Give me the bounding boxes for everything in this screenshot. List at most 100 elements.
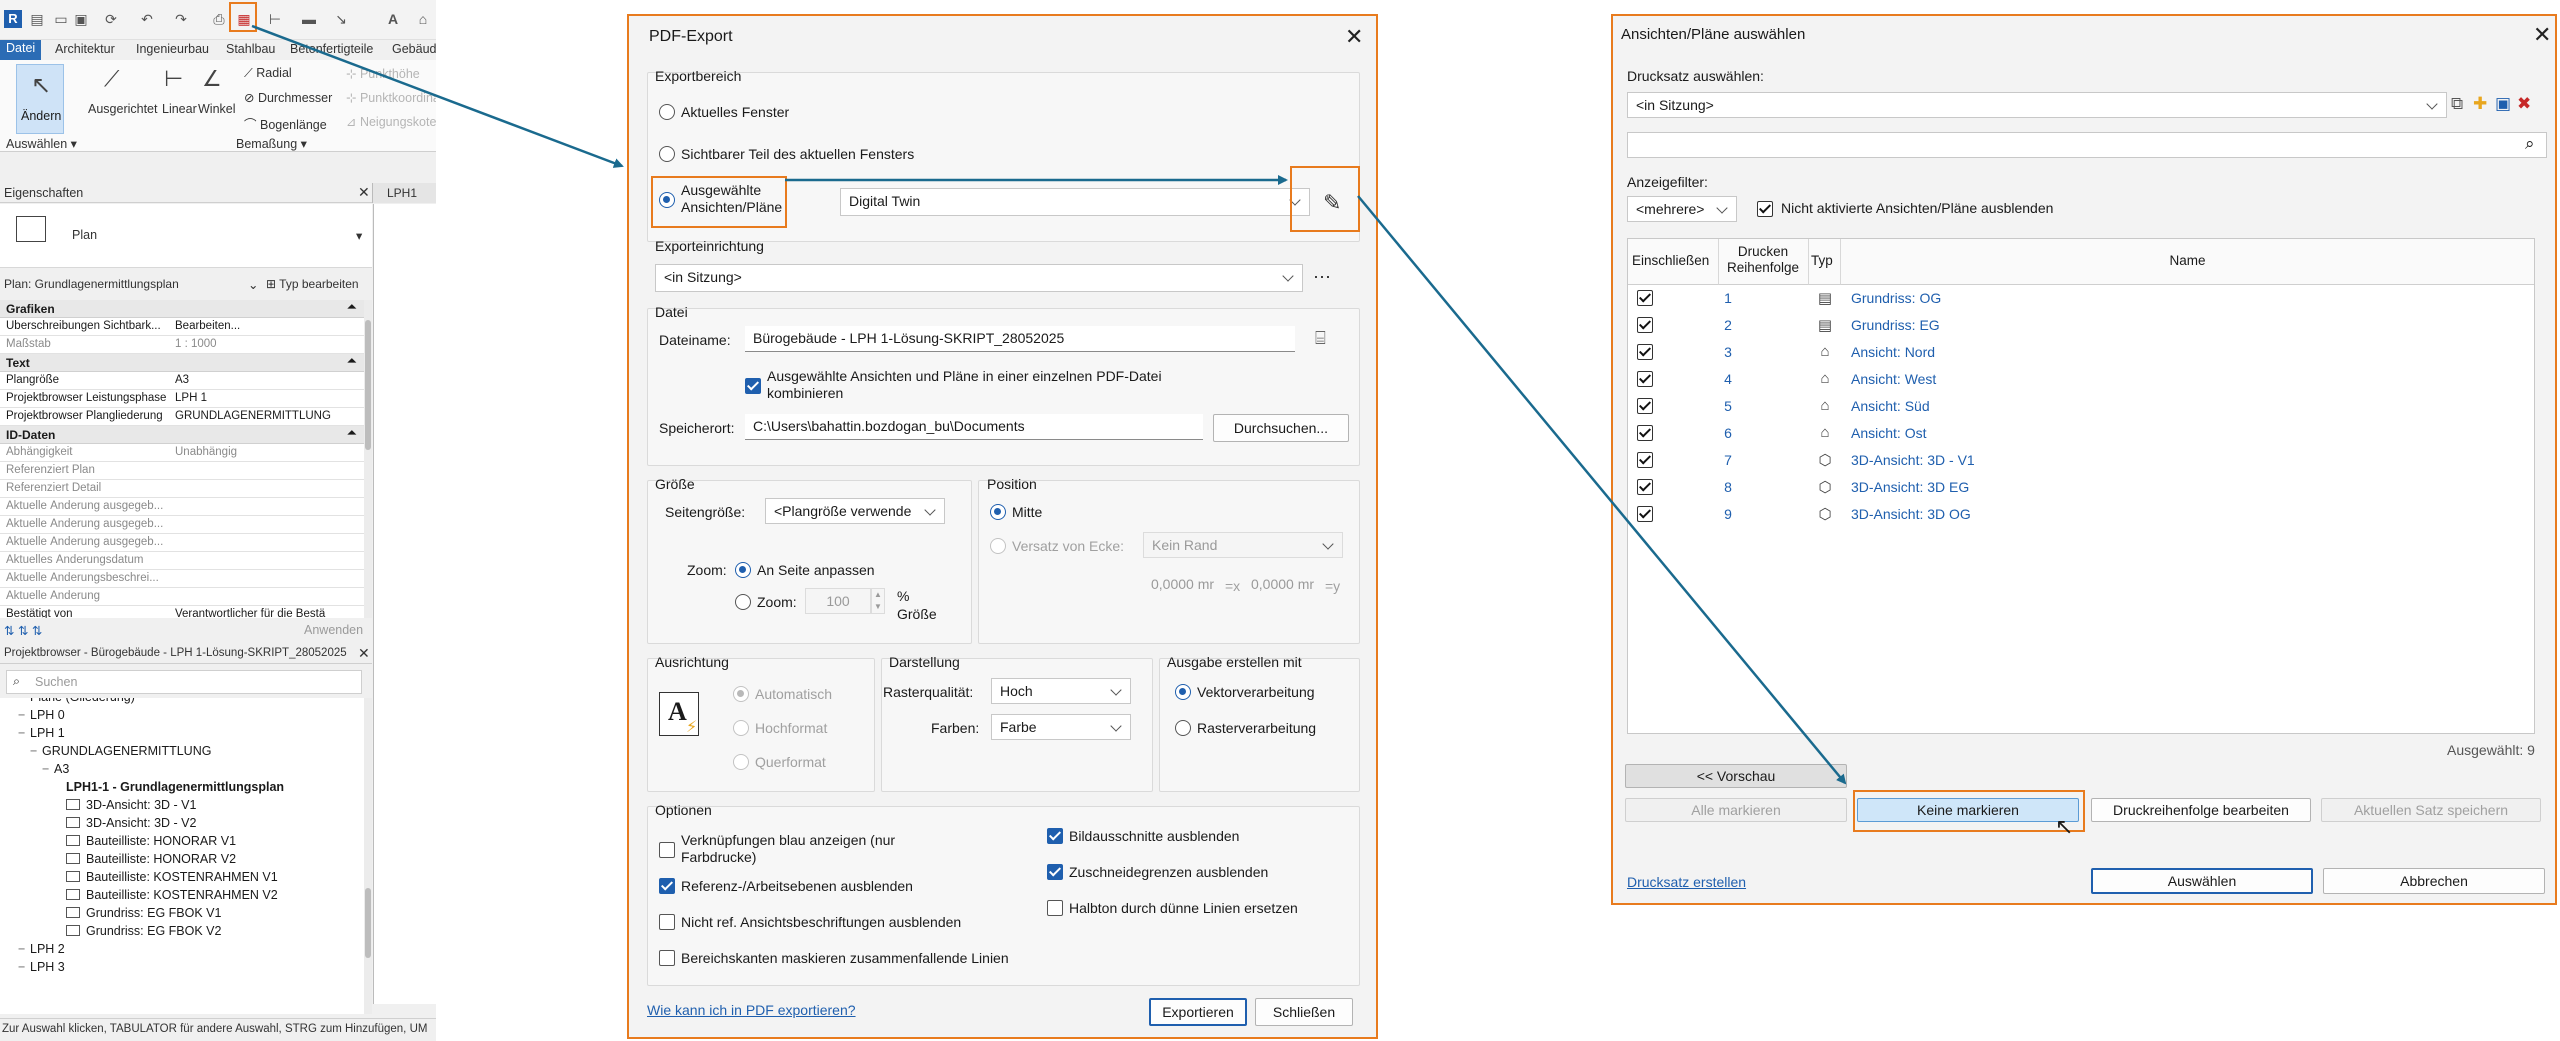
tree-expander-icon[interactable]: − — [30, 744, 42, 758]
property-row[interactable]: Aktuelle Änderungsbeschrei... — [0, 570, 364, 588]
aligned-dim-icon[interactable]: ⟋ — [104, 66, 119, 92]
export-setup-dropdown[interactable]: <in Sitzung> — [655, 264, 1303, 292]
browser-tree-item[interactable]: Bauteilliste: KOSTENRAHMEN V1 — [66, 870, 278, 884]
tree-expander-icon[interactable]: − — [42, 762, 54, 776]
browse-button[interactable]: Durchsuchen... — [1213, 414, 1349, 442]
radio-vector[interactable] — [1175, 684, 1191, 700]
tree-expander-icon[interactable]: − — [18, 960, 30, 974]
view-row[interactable]: 6 ⌂ Ansicht: Ost — [1629, 420, 2535, 447]
property-value[interactable]: A3 — [175, 374, 340, 386]
property-value[interactable]: Bearbeiten... — [175, 320, 340, 332]
browser-tree-item[interactable]: Bauteilliste: HONORAR V1 — [66, 834, 236, 848]
property-value[interactable]: Unabhängig — [175, 446, 340, 458]
sync-icon[interactable]: ⟳ — [102, 10, 120, 28]
property-value[interactable]: 1 : 1000 — [175, 338, 340, 350]
tree-expander-icon[interactable]: − — [18, 698, 30, 704]
hide-crop-checkbox[interactable] — [1047, 864, 1063, 880]
page-size-dropdown[interactable]: <Plangröße verwende — [765, 498, 945, 524]
property-value[interactable]: GRUNDLAGENERMITTLUNG — [175, 410, 340, 422]
offset-y-input[interactable]: 0,0000 mr — [1243, 572, 1331, 598]
create-set-link[interactable]: Drucksatz erstellen — [1627, 874, 1746, 890]
browser-tree-item[interactable]: −Pläne (Gliederung) — [18, 698, 135, 704]
tree-expander-icon[interactable]: − — [18, 726, 30, 740]
redo-icon[interactable]: ↷ — [172, 10, 190, 28]
property-row[interactable]: Aktuelle Änderung ausgegeb... — [0, 516, 364, 534]
radio-auto[interactable] — [733, 686, 749, 702]
browser-tree-item[interactable]: − LPH 3 — [18, 960, 65, 974]
browser-tree-item[interactable]: 3D-Ansicht: 3D - V2 — [66, 816, 196, 830]
property-row[interactable]: Referenziert Detail — [0, 480, 364, 498]
property-row[interactable]: Aktuelle Änderung ausgegeb... — [0, 534, 364, 552]
property-row[interactable]: Aktuelles Änderungsdatum — [0, 552, 364, 570]
zoom-value-input[interactable]: 100 — [805, 588, 871, 614]
radio-offset[interactable] — [990, 538, 1006, 554]
radio-current-window[interactable] — [659, 104, 675, 120]
modify-button[interactable]: ↖ Ändern — [16, 64, 64, 134]
browser-tree-item[interactable]: − LPH 1 — [18, 726, 65, 740]
sort-icon[interactable]: ⇅ ⇅ ⇅ — [4, 623, 42, 638]
col-name[interactable]: Name — [1841, 239, 2534, 285]
arc-length-button[interactable]: ⌒ Bogenlänge — [244, 114, 327, 133]
properties-close-icon[interactable]: ✕ — [358, 184, 370, 201]
edit-type-button[interactable]: ⊞ Typ bearbeiten — [266, 277, 359, 291]
include-checkbox[interactable] — [1637, 398, 1653, 414]
browser-tree-item[interactable]: − A3 — [42, 762, 69, 776]
tree-expander-icon[interactable]: − — [18, 942, 30, 956]
radio-zoom[interactable] — [735, 594, 751, 610]
browser-tree-item[interactable]: Grundriss: EG FBOK V2 — [66, 924, 221, 938]
view-row[interactable]: 3 ⌂ Ansicht: Nord — [1629, 339, 2535, 366]
view-row[interactable]: 1 ▤ Grundriss: OG — [1629, 285, 2535, 312]
views-cancel-button[interactable]: Abbrechen — [2323, 868, 2545, 894]
file-naming-icon[interactable]: ⌸ — [1315, 328, 1326, 349]
browser-tree-item[interactable]: − LPH 2 — [18, 942, 65, 956]
views-search-input[interactable] — [1627, 132, 2547, 158]
tree-expander-icon[interactable]: − — [18, 708, 30, 722]
pdf-close-icon[interactable]: ✕ — [1345, 26, 1363, 48]
margin-dropdown[interactable]: Kein Rand — [1143, 532, 1343, 558]
setup-more-button[interactable]: ··· — [1313, 266, 1331, 287]
browser-close-icon[interactable]: ✕ — [358, 645, 370, 662]
print-icon[interactable]: ⎙ — [210, 10, 228, 28]
print-set-dropdown[interactable]: <in Sitzung> — [1627, 92, 2447, 118]
drawing-canvas[interactable] — [373, 204, 436, 1004]
property-group[interactable]: Text ⏶ — [0, 354, 364, 372]
view-row[interactable]: 7 ⬡ 3D-Ansicht: 3D - V1 — [1629, 447, 2535, 474]
angle-dim-icon[interactable]: ∠ — [202, 66, 222, 92]
radio-visible-part[interactable] — [659, 146, 675, 162]
diameter-dim-button[interactable]: ⊘ Durchmesser — [244, 90, 332, 105]
tab-datei[interactable]: Datei — [0, 40, 42, 60]
hide-scope-checkbox[interactable] — [1047, 828, 1063, 844]
radial-dim-button[interactable]: ⟋ Radial — [244, 66, 292, 81]
property-row[interactable]: Projektbrowser Plangliederung GRUNDLAGENE… — [0, 408, 364, 426]
hide-unref-checkbox[interactable] — [659, 914, 675, 930]
collapse-icon[interactable]: ⏶ — [347, 427, 356, 440]
raster-quality-dropdown[interactable]: Hoch — [991, 678, 1131, 704]
include-checkbox[interactable] — [1637, 344, 1653, 360]
tab-ingenieurbau[interactable]: Ingenieurbau — [136, 42, 209, 56]
browser-tree-item[interactable]: Bauteilliste: HONORAR V2 — [66, 852, 236, 866]
browser-tree-item[interactable]: Bauteilliste: KOSTENRAHMEN V2 — [66, 888, 278, 902]
location-input[interactable]: C:\Users\bahattin.bozdogan_bu\Documents — [745, 414, 1203, 440]
hide-ref-checkbox[interactable] — [659, 878, 675, 894]
include-checkbox[interactable] — [1637, 425, 1653, 441]
type-selector[interactable]: Plan ▾ — [0, 204, 372, 268]
3d-view-icon[interactable]: ⌂ — [414, 10, 432, 28]
browser-tree-item[interactable]: LPH1-1 - Grundlagenermittlungsplan — [54, 780, 284, 794]
measure-icon[interactable]: ↘ — [332, 10, 350, 28]
dimension-group-label[interactable]: Bemaßung ▾ — [236, 136, 307, 151]
col-type[interactable]: Typ — [1809, 239, 1841, 285]
select-ok-button[interactable]: Auswählen — [2091, 868, 2313, 894]
include-checkbox[interactable] — [1637, 290, 1653, 306]
tab-gebaeude[interactable]: Gebäud — [392, 42, 436, 56]
edit-order-button[interactable]: Druckreihenfolge bearbeiten — [2091, 798, 2311, 822]
view-row[interactable]: 4 ⌂ Ansicht: West — [1629, 366, 2535, 393]
hide-inactive-checkbox[interactable] — [1757, 201, 1773, 217]
property-row[interactable]: Aktuelle Änderung — [0, 588, 364, 606]
rename-set-icon[interactable]: ▣ — [2495, 94, 2511, 114]
col-order[interactable]: Drucken Reihenfolge — [1719, 239, 1809, 285]
tag-icon[interactable]: ▬ — [300, 10, 318, 28]
links-blue-checkbox[interactable] — [659, 842, 675, 858]
property-group[interactable]: Grafiken ⏶ — [0, 300, 364, 318]
col-include[interactable]: Einschließen — [1628, 239, 1719, 285]
aligned-dim-button[interactable]: Ausgerichtet — [88, 102, 157, 116]
